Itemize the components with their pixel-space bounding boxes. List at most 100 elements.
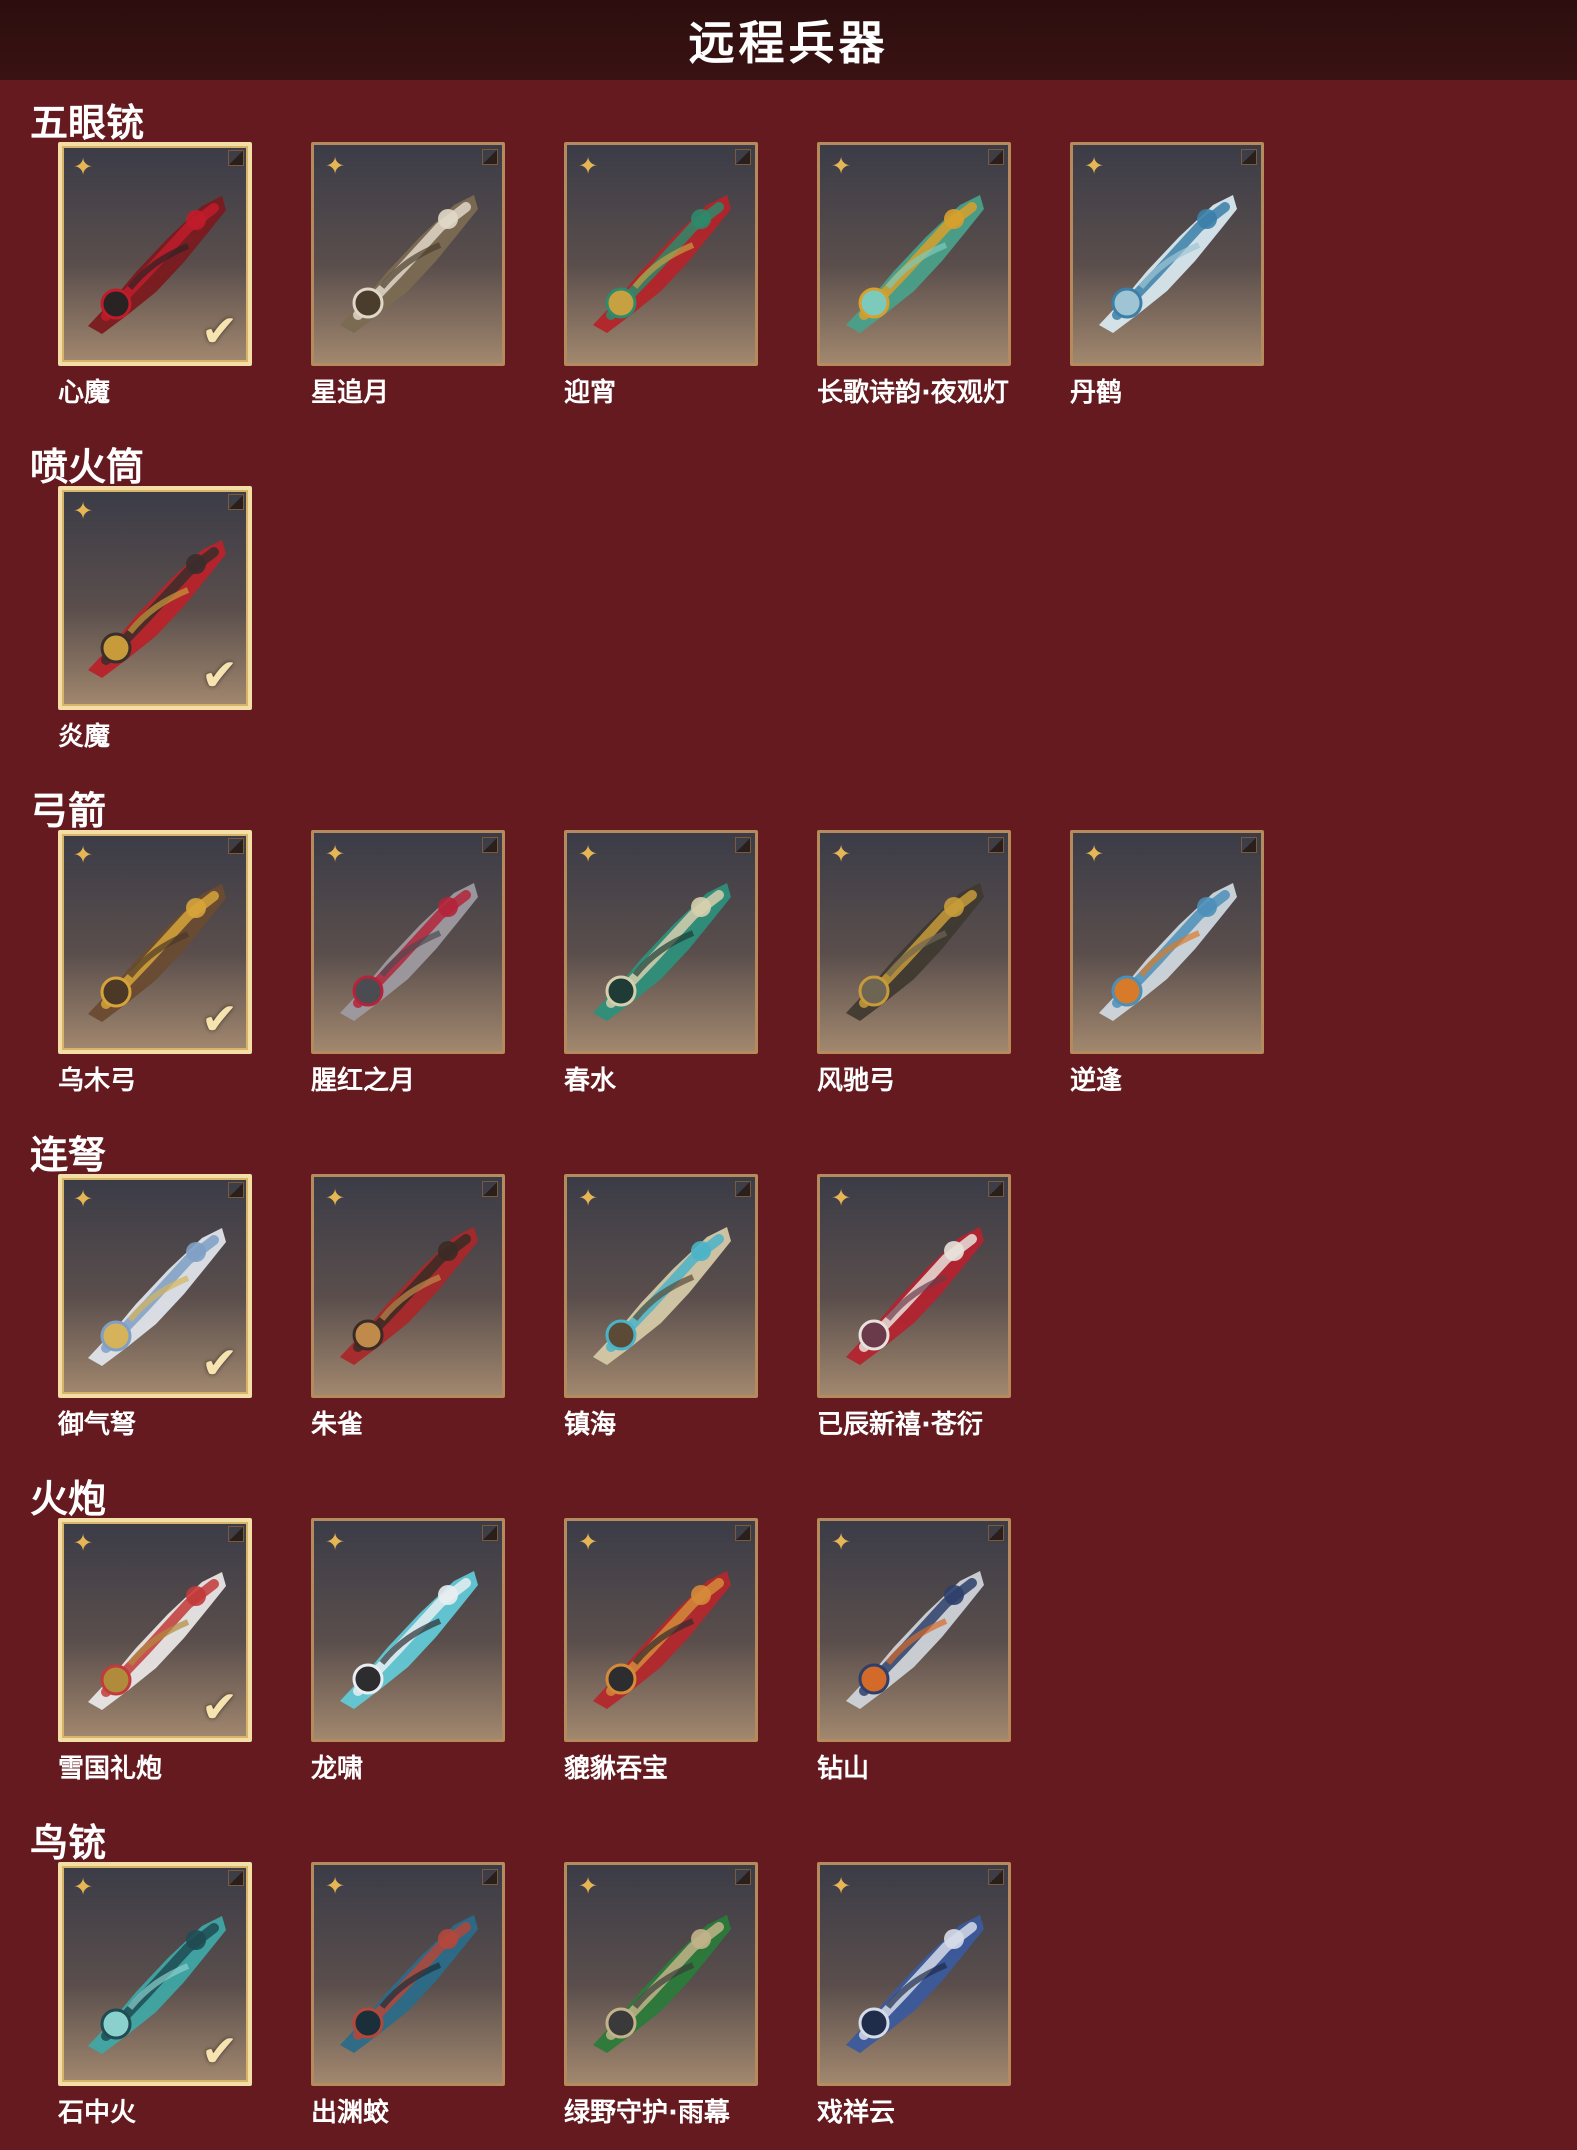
weapon-skin-item[interactable]: ✦ ✔ 御气弩 (58, 1174, 252, 1441)
weapon-skin-item[interactable]: ✦ 钻山 (817, 1518, 1011, 1785)
category-title: 连弩 (30, 1133, 107, 1177)
weapon-skin-card[interactable]: ✦ (1070, 830, 1264, 1054)
corner-tag-icon (988, 1525, 1004, 1541)
check-icon: ✔ (201, 1682, 238, 1733)
corner-tag-icon (228, 1182, 244, 1198)
weapon-image (834, 175, 994, 345)
weapon-category-section: 连弩 ✦ ✔ 御气弩 ✦ 朱雀 ✦ 镇海 ✦ 已辰新禧·苍衍 (0, 1118, 1577, 1462)
weapon-skin-card[interactable]: ✦ (817, 142, 1011, 366)
weapon-skin-item[interactable]: ✦ ✔ 雪国礼炮 (58, 1518, 252, 1785)
corner-tag-icon (228, 1870, 244, 1886)
weapon-skin-label: 钻山 (817, 1754, 870, 1784)
weapon-skin-card[interactable]: ✦ (564, 142, 758, 366)
weapon-image (834, 863, 994, 1033)
corner-tag-icon (1241, 149, 1257, 165)
weapon-skin-card[interactable]: ✦ ✔ (58, 1862, 252, 2086)
weapon-image (328, 863, 488, 1033)
weapon-skin-card[interactable]: ✦ (564, 1862, 758, 2086)
corner-tag-icon (482, 149, 498, 165)
weapon-skin-label: 雪国礼炮 (58, 1754, 163, 1784)
corner-tag-icon (228, 838, 244, 854)
weapon-skin-item[interactable]: ✦ 春水 (564, 830, 758, 1097)
corner-tag-icon (735, 1869, 751, 1885)
weapon-skin-item[interactable]: ✦ ✔ 心魔 (58, 142, 252, 409)
weapon-skin-label: 迎宵 (564, 378, 617, 408)
weapon-skin-card[interactable]: ✦ (817, 1518, 1011, 1742)
weapon-skin-label: 朱雀 (311, 1410, 364, 1440)
weapon-skin-card[interactable]: ✦ (564, 830, 758, 1054)
corner-tag-icon (988, 837, 1004, 853)
weapon-skin-label: 石中火 (58, 2098, 137, 2128)
weapon-skin-card[interactable]: ✦ (1070, 142, 1264, 366)
weapon-image (581, 1895, 741, 2065)
weapon-category-section: 鸟铳 ✦ ✔ 石中火 ✦ 出渊蛟 ✦ 绿野守护·雨幕 ✦ 戏祥云 (0, 1806, 1577, 2150)
weapon-skin-item[interactable]: ✦ ✔ 石中火 (58, 1862, 252, 2129)
check-icon: ✔ (201, 2026, 238, 2077)
weapon-skin-item[interactable]: ✦ 戏祥云 (817, 1862, 1011, 2129)
category-title: 鸟铳 (30, 1821, 107, 1865)
corner-tag-icon (228, 150, 244, 166)
weapon-skin-label: 已辰新禧·苍衍 (817, 1410, 983, 1440)
page-title: 远程兵器 (688, 16, 889, 70)
weapon-skin-item[interactable]: ✦ 出渊蛟 (311, 1862, 505, 2129)
weapon-skin-item[interactable]: ✦ 腥红之月 (311, 830, 505, 1097)
corner-tag-icon (735, 1525, 751, 1541)
weapon-skin-card[interactable]: ✦ (311, 1518, 505, 1742)
weapon-skin-label: 风驰弓 (817, 1066, 896, 1096)
weapon-skin-item[interactable]: ✦ ✔ 炎魔 (58, 486, 252, 753)
check-icon: ✔ (201, 650, 238, 701)
corner-tag-icon (988, 1869, 1004, 1885)
weapon-skin-card[interactable]: ✦ ✔ (58, 1518, 252, 1742)
weapon-skin-item[interactable]: ✦ 风驰弓 (817, 830, 1011, 1097)
weapon-skin-label: 龙啸 (311, 1754, 364, 1784)
weapon-image (834, 1551, 994, 1721)
weapon-skin-label: 乌木弓 (58, 1066, 137, 1096)
corner-tag-icon (482, 837, 498, 853)
weapon-skin-label: 御气弩 (58, 1410, 137, 1440)
weapon-skin-card[interactable]: ✦ (311, 1174, 505, 1398)
weapon-image (328, 1551, 488, 1721)
weapon-image (1087, 175, 1247, 345)
weapon-skin-card[interactable]: ✦ (817, 830, 1011, 1054)
weapon-skin-card[interactable]: ✦ (564, 1174, 758, 1398)
weapon-skin-item[interactable]: ✦ 逆逢 (1070, 830, 1264, 1097)
weapon-skin-item[interactable]: ✦ 朱雀 (311, 1174, 505, 1441)
weapon-skin-item[interactable]: ✦ 星追月 (311, 142, 505, 409)
weapon-skin-card[interactable]: ✦ ✔ (58, 486, 252, 710)
weapon-skin-card[interactable]: ✦ (564, 1518, 758, 1742)
weapon-skin-card[interactable]: ✦ (817, 1862, 1011, 2086)
corner-tag-icon (228, 1526, 244, 1542)
weapon-skin-label: 心魔 (58, 378, 111, 408)
weapon-skin-card[interactable]: ✦ (817, 1174, 1011, 1398)
weapon-skin-item[interactable]: ✦ 长歌诗韵·夜观灯 (817, 142, 1011, 409)
weapon-skin-label: 长歌诗韵·夜观灯 (817, 378, 1009, 408)
weapon-skin-card[interactable]: ✦ (311, 1862, 505, 2086)
weapon-skin-label: 绿野守护·雨幕 (564, 2098, 730, 2128)
weapon-skin-item[interactable]: ✦ 镇海 (564, 1174, 758, 1441)
weapon-skin-item[interactable]: ✦ 已辰新禧·苍衍 (817, 1174, 1011, 1441)
weapon-skin-label: 星追月 (311, 378, 390, 408)
weapon-skin-item[interactable]: ✦ 迎宵 (564, 142, 758, 409)
weapon-image (581, 175, 741, 345)
weapon-image (581, 1207, 741, 1377)
weapon-skin-card[interactable]: ✦ ✔ (58, 142, 252, 366)
corner-tag-icon (988, 149, 1004, 165)
weapon-skin-item[interactable]: ✦ 貔貅吞宝 (564, 1518, 758, 1785)
check-icon: ✔ (201, 306, 238, 357)
weapon-skin-item[interactable]: ✦ 丹鹤 (1070, 142, 1264, 409)
corner-tag-icon (1241, 837, 1257, 853)
check-icon: ✔ (201, 1338, 238, 1389)
corner-tag-icon (735, 837, 751, 853)
weapon-skin-card[interactable]: ✦ (311, 142, 505, 366)
weapon-skin-card[interactable]: ✦ ✔ (58, 830, 252, 1054)
weapon-skin-card[interactable]: ✦ ✔ (58, 1174, 252, 1398)
weapon-skin-item[interactable]: ✦ 绿野守护·雨幕 (564, 1862, 758, 2129)
weapon-image (834, 1895, 994, 2065)
weapon-skin-item[interactable]: ✦ 龙啸 (311, 1518, 505, 1785)
weapon-skin-card[interactable]: ✦ (311, 830, 505, 1054)
weapon-skin-label: 逆逢 (1070, 1066, 1123, 1096)
corner-tag-icon (988, 1181, 1004, 1197)
weapon-skin-item[interactable]: ✦ ✔ 乌木弓 (58, 830, 252, 1097)
category-title: 弓箭 (30, 789, 107, 833)
weapon-skin-label: 丹鹤 (1070, 378, 1123, 408)
